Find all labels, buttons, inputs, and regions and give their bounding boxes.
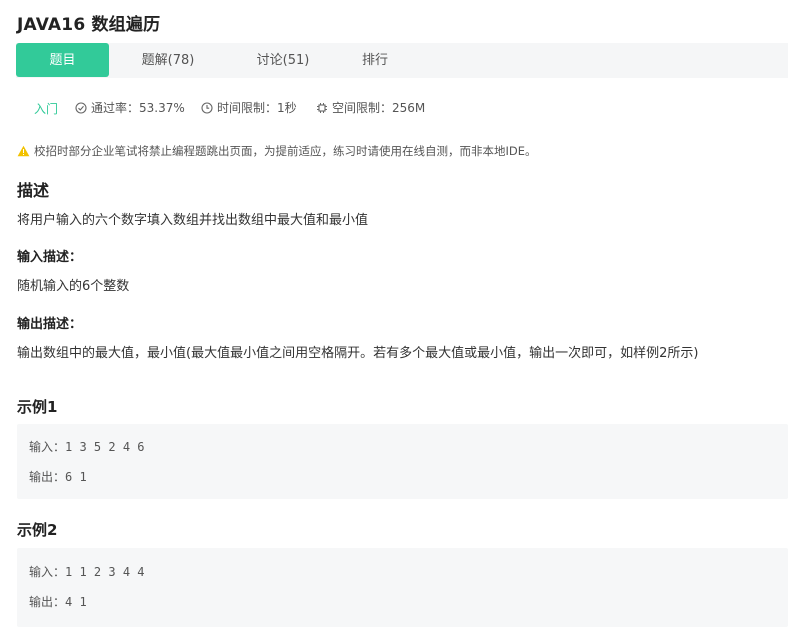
memory-limit: 空间限制：256M xyxy=(316,99,425,116)
tab-ranking[interactable]: 排行 xyxy=(346,43,404,78)
output-value: 6 1 xyxy=(65,470,87,484)
output-label: 输出： xyxy=(29,595,66,609)
tab-bar: 题目 题解(78) 讨论(51) 排行 xyxy=(16,43,788,78)
input-label: 输入： xyxy=(29,440,66,454)
example-2-heading: 示例2 xyxy=(17,521,58,539)
input-description-heading: 输入描述： xyxy=(17,250,83,265)
memory-limit-text: 空间限制：256M xyxy=(332,101,426,115)
output-description-heading: 输出描述： xyxy=(17,317,83,332)
description-heading: 描述 xyxy=(17,181,50,200)
tab-discussion[interactable]: 讨论(51) xyxy=(228,43,338,78)
description-text: 将用户输入的六个数字填入数组并找出数组中最大值和最小值 xyxy=(17,213,369,228)
difficulty-badge: 入门 xyxy=(34,102,59,116)
output-description-text: 输出数组中的最大值，最小值(最大值最小值之间用空格隔开。若有多个最大值或最小值，… xyxy=(17,346,699,361)
tab-solutions[interactable]: 题解(78) xyxy=(122,43,214,78)
time-limit: 时间限制：1秒 xyxy=(201,99,297,116)
time-limit-text: 时间限制：1秒 xyxy=(217,101,297,115)
check-circle-icon xyxy=(75,101,87,114)
example-1-input: 输入：1 3 5 2 4 6 xyxy=(29,438,145,455)
output-label: 输出： xyxy=(29,470,66,484)
input-value: 1 3 5 2 4 6 xyxy=(65,440,145,454)
memory-chip-icon xyxy=(317,102,327,113)
warning-icon xyxy=(17,145,30,157)
pass-rate-text: 通过率：53.37% xyxy=(91,101,185,115)
example-2-box: 输入：1 1 2 3 4 4 输出：4 1 xyxy=(17,548,788,627)
example-1-output: 输出：6 1 xyxy=(29,468,87,485)
notice-text: 校招时部分企业笔试将禁止编程题跳出页面，为提前适应，练习时请使用在线自测，而非本… xyxy=(34,144,537,158)
input-value: 1 1 2 3 4 4 xyxy=(65,565,145,579)
tab-problem[interactable]: 题目 xyxy=(16,43,109,77)
example-2-input: 输入：1 1 2 3 4 4 xyxy=(29,563,145,580)
example-2-output: 输出：4 1 xyxy=(29,593,87,610)
output-value: 4 1 xyxy=(65,595,87,609)
input-label: 输入： xyxy=(29,565,66,579)
notice-banner: 校招时部分企业笔试将禁止编程题跳出页面，为提前适应，练习时请使用在线自测，而非本… xyxy=(17,143,537,159)
problem-title: JAVA16 数组遍历 xyxy=(17,15,161,35)
pass-rate: 通过率：53.37% xyxy=(75,99,185,116)
clock-icon xyxy=(201,101,213,114)
input-description-text: 随机输入的6个整数 xyxy=(17,279,130,294)
example-1-box: 输入：1 3 5 2 4 6 输出：6 1 xyxy=(17,424,788,499)
example-1-heading: 示例1 xyxy=(17,398,58,416)
